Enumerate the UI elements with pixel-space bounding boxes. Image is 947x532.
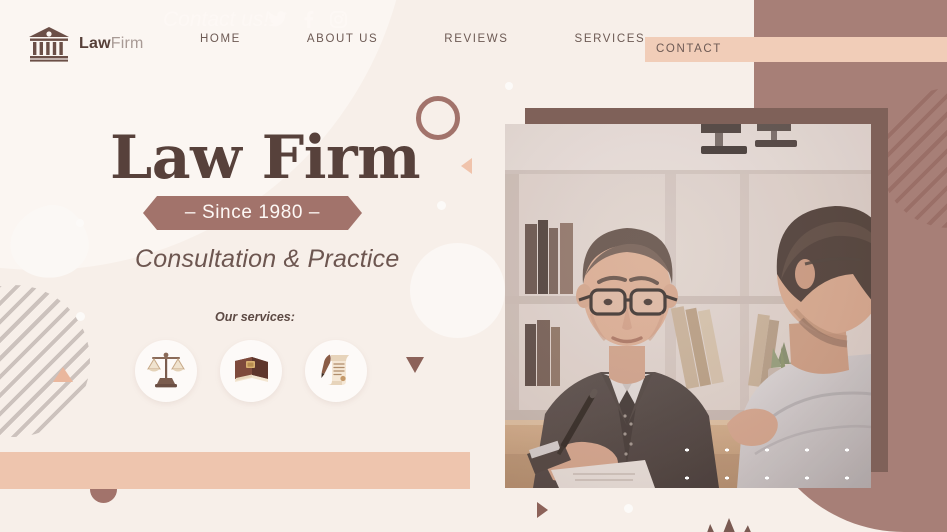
quill-contract-icon (315, 348, 357, 395)
page-title: Law Firm (110, 123, 421, 193)
mauve-ring-decor (416, 96, 460, 140)
hero-tagline: Consultation & Practice (135, 245, 400, 273)
services-icon-row (135, 340, 367, 402)
landing-page: LawFirm HOME ABOUT US REVIEWS SERVICES C… (0, 0, 947, 532)
white-circle-decor (410, 243, 505, 338)
mauve-triangle-decor (537, 502, 548, 518)
nav-item-contact[interactable]: CONTACT (645, 37, 947, 62)
services-label: Our services: (215, 310, 295, 324)
diagonal-stripes-left-decor (0, 285, 90, 437)
nav-links: HOME ABOUT US REVIEWS SERVICES (200, 0, 711, 78)
starburst-decor (688, 518, 770, 532)
service-icon-law-book[interactable] (220, 340, 282, 402)
brand-logo[interactable]: LawFirm (27, 26, 144, 62)
nav-item-home[interactable]: HOME (200, 33, 241, 45)
small-dot-decor (437, 201, 446, 210)
mauve-triangle-decor (406, 357, 424, 373)
small-dot-decor (76, 219, 84, 227)
small-dot-decor (76, 312, 85, 321)
lawyer-consultation-photo (505, 124, 871, 488)
scales-of-justice-icon (145, 348, 187, 395)
since-ribbon: – Since 1980 – (143, 196, 362, 230)
coral-triangle-decor (53, 367, 73, 382)
nav-item-reviews[interactable]: REVIEWS (444, 33, 508, 45)
nav-item-about-us[interactable]: ABOUT US (307, 33, 378, 45)
nav-item-contact-label: CONTACT (656, 43, 722, 55)
nav-item-services[interactable]: SERVICES (575, 33, 646, 45)
since-ribbon-label: – Since 1980 – (184, 202, 321, 223)
service-icon-contract[interactable] (305, 340, 367, 402)
brand-name: LawFirm (79, 35, 144, 53)
top-navigation-bar: LawFirm HOME ABOUT US REVIEWS SERVICES C… (0, 0, 947, 78)
hero-photo (505, 124, 871, 488)
contact-bar (0, 452, 470, 489)
service-icon-justice[interactable] (135, 340, 197, 402)
law-book-icon (230, 348, 272, 395)
small-dot-decor (624, 504, 633, 513)
coral-triangle-decor (461, 158, 472, 174)
courthouse-icon (27, 26, 71, 62)
small-dot-decor (505, 82, 513, 90)
brand-name-bold: Law (79, 35, 111, 52)
brand-name-light: Firm (110, 35, 144, 52)
